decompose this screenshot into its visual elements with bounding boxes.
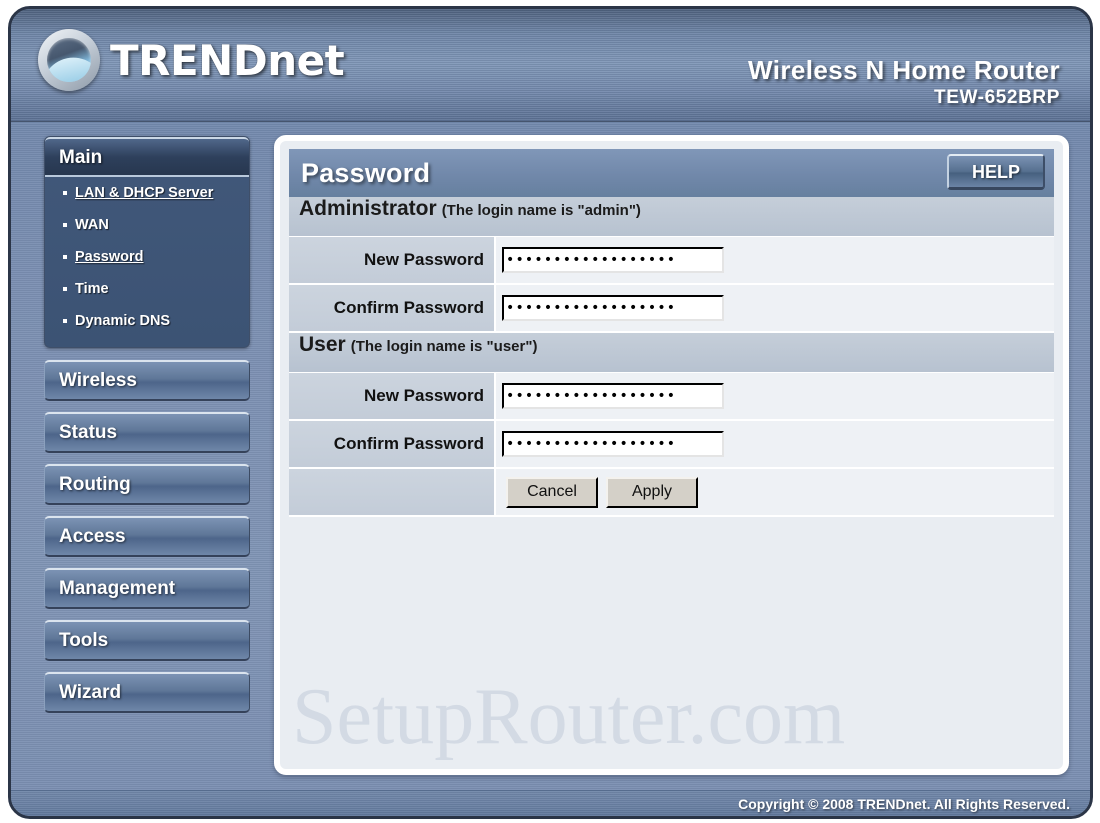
copyright-text: Copyright © 2008 TRENDnet. All Rights Re… bbox=[738, 796, 1070, 812]
sidebar-item-management[interactable]: Management bbox=[44, 568, 250, 609]
product-identity: Wireless N Home Router TEW-652BRP bbox=[748, 55, 1060, 109]
sidebar-sub-label: Time bbox=[75, 281, 109, 297]
sidebar-sub-label: WAN bbox=[75, 217, 109, 233]
sidebar-item-status[interactable]: Status bbox=[44, 412, 250, 453]
product-model: TEW-652BRP bbox=[934, 87, 1060, 108]
trendnet-globe-icon bbox=[38, 29, 100, 91]
bullet-icon bbox=[63, 191, 67, 195]
sidebar-item-lan-dhcp-server[interactable]: LAN & DHCP Server bbox=[45, 177, 249, 209]
sidebar-item-access[interactable]: Access bbox=[44, 516, 250, 557]
bullet-icon bbox=[63, 287, 67, 291]
bullet-icon bbox=[63, 223, 67, 227]
apply-button[interactable]: Apply bbox=[606, 476, 698, 508]
bullet-icon bbox=[63, 319, 67, 323]
cancel-button[interactable]: Cancel bbox=[506, 476, 598, 508]
actions-cell: Cancel Apply bbox=[496, 476, 1054, 508]
user-confirm-password-input[interactable]: •••••••••••••••••• bbox=[502, 431, 724, 457]
bullet-icon bbox=[63, 255, 67, 259]
field-value-cell: •••••••••••••••••• bbox=[496, 237, 1054, 283]
field-value-cell: •••••••••••••••••• bbox=[496, 285, 1054, 331]
sidebar-item-routing[interactable]: Routing bbox=[44, 464, 250, 505]
brand-name: TRENDnet bbox=[110, 35, 345, 85]
sidebar-item-dynamic-dns[interactable]: Dynamic DNS bbox=[45, 305, 249, 337]
panel-title-bar: Password HELP bbox=[289, 149, 1054, 197]
field-label-user-new-password: New Password bbox=[289, 373, 496, 419]
product-name: Wireless N Home Router bbox=[748, 55, 1060, 85]
sidebar-item-main[interactable]: Main bbox=[45, 137, 249, 177]
table-row: Confirm Password •••••••••••••••••• bbox=[289, 285, 1054, 333]
admin-new-password-input[interactable]: •••••••••••••••••• bbox=[502, 247, 724, 273]
page-body: Main LAN & DHCP Server WAN Password Time bbox=[11, 122, 1090, 790]
field-value-cell: •••••••••••••••••• bbox=[496, 373, 1054, 419]
router-admin-window: TRENDnet Wireless N Home Router TEW-652B… bbox=[8, 6, 1093, 819]
sidebar-item-tools[interactable]: Tools bbox=[44, 620, 250, 661]
table-row: Confirm Password •••••••••••••••••• bbox=[289, 421, 1054, 469]
sidebar-item-wizard[interactable]: Wizard bbox=[44, 672, 250, 713]
sidebar-item-wan[interactable]: WAN bbox=[45, 209, 249, 241]
table-row: New Password •••••••••••••••••• bbox=[289, 237, 1054, 285]
section-title: Administrator bbox=[299, 197, 437, 220]
field-label-admin-confirm-password: Confirm Password bbox=[289, 285, 496, 331]
help-button[interactable]: HELP bbox=[947, 154, 1045, 190]
actions-label-spacer bbox=[289, 469, 496, 515]
sidebar-sub-label: Dynamic DNS bbox=[75, 313, 171, 329]
form-actions-row: Cancel Apply bbox=[289, 469, 1054, 517]
section-note: (The login name is "admin") bbox=[441, 202, 641, 219]
field-label-user-confirm-password: Confirm Password bbox=[289, 421, 496, 467]
table-row: New Password •••••••••••••••••• bbox=[289, 373, 1054, 421]
section-note: (The login name is "user") bbox=[350, 338, 538, 355]
admin-confirm-password-input[interactable]: •••••••••••••••••• bbox=[502, 295, 724, 321]
section-header-user: User (The login name is "user") bbox=[289, 333, 1054, 373]
sidebar-item-time[interactable]: Time bbox=[45, 273, 249, 305]
brand-logo: TRENDnet bbox=[38, 29, 345, 91]
page-title: Password bbox=[301, 157, 431, 188]
content-panel: SetupRouter.com Password HELP Administra… bbox=[274, 135, 1069, 775]
field-value-cell: •••••••••••••••••• bbox=[496, 421, 1054, 467]
sidebar-item-password[interactable]: Password bbox=[45, 241, 249, 273]
sidebar-item-wireless[interactable]: Wireless bbox=[44, 360, 250, 401]
sidebar-navigation: Main LAN & DHCP Server WAN Password Time bbox=[44, 136, 250, 724]
site-watermark: SetupRouter.com bbox=[292, 673, 846, 761]
page-header: TRENDnet Wireless N Home Router TEW-652B… bbox=[11, 9, 1090, 122]
field-label-admin-new-password: New Password bbox=[289, 237, 496, 283]
section-header-administrator: Administrator (The login name is "admin"… bbox=[289, 197, 1054, 237]
user-new-password-input[interactable]: •••••••••••••••••• bbox=[502, 383, 724, 409]
sidebar-sub-label: Password bbox=[75, 249, 144, 265]
page-footer: Copyright © 2008 TRENDnet. All Rights Re… bbox=[11, 790, 1090, 816]
sidebar-sub-label: LAN & DHCP Server bbox=[75, 185, 214, 201]
section-title: User bbox=[299, 333, 346, 356]
globe-icon-inner bbox=[47, 38, 91, 82]
sidebar-group-main: Main LAN & DHCP Server WAN Password Time bbox=[44, 136, 250, 348]
